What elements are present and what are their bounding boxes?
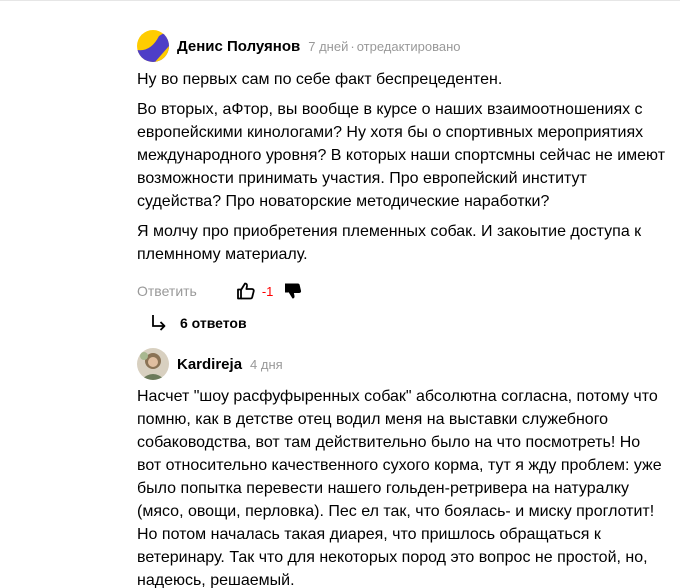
comment-body: Насчет "шоу расфуфыренных собак" абсолют… xyxy=(137,385,667,588)
comment-paragraph: Насчет "шоу расфуфыренных собак" абсолют… xyxy=(137,388,662,588)
author-name[interactable]: Kardireja xyxy=(177,356,242,373)
reply-arrow-icon xyxy=(151,314,167,332)
comment-paragraph: Я молчу про приобретения племенных собак… xyxy=(137,223,642,263)
comment-paragraph: Во вторых, аФтор, вы вообще в курсе о на… xyxy=(137,101,666,210)
edited-label: отредактировано xyxy=(356,38,461,54)
comment-time: 4 дня xyxy=(250,356,283,372)
comment-meta: 7 дней · отредактировано xyxy=(308,39,460,54)
replies-count: 6 ответов xyxy=(180,315,247,331)
comment-actions: Ответить -1 xyxy=(137,279,667,303)
comment-score: -1 xyxy=(261,283,274,299)
thumbs-up-icon[interactable] xyxy=(235,280,257,302)
comment: Денис Полуянов 7 дней · отредактировано Ну… xyxy=(137,30,667,332)
comment-header: Денис Полуянов 7 дней · отредактировано xyxy=(137,30,667,62)
avatar[interactable] xyxy=(137,30,169,62)
reply-button[interactable]: Ответить xyxy=(137,283,197,299)
comment-time: 7 дней xyxy=(308,38,349,54)
comment-header: Kardireja 4 дня xyxy=(137,348,667,380)
top-divider xyxy=(0,0,680,1)
avatar[interactable] xyxy=(137,348,169,380)
show-replies-button[interactable]: 6 ответов xyxy=(151,314,667,332)
meta-separator: · xyxy=(350,38,355,54)
comment: Kardireja 4 дня Насчет "шоу расфуфыренны… xyxy=(137,348,667,588)
comment-body: Ну во первых сам по себе факт беспрецеде… xyxy=(137,68,667,266)
comment-paragraph: Ну во первых сам по себе факт беспрецеде… xyxy=(137,71,503,88)
thumbs-down-icon[interactable] xyxy=(282,280,304,302)
author-name[interactable]: Денис Полуянов xyxy=(177,38,300,55)
